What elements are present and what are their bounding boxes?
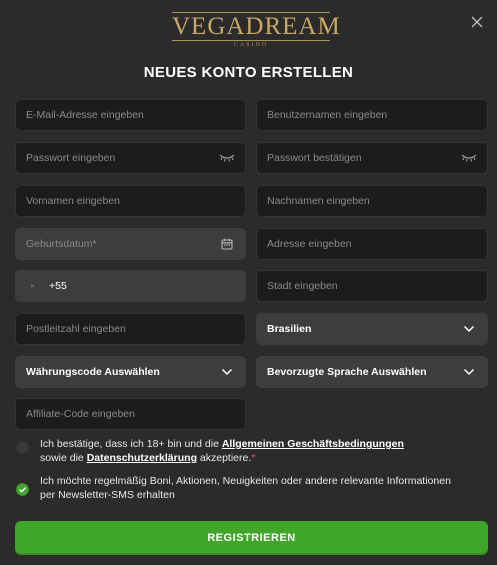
privacy-link[interactable]: Datenschutzerklärung bbox=[87, 452, 197, 464]
city-placeholder: Stadt eingeben bbox=[267, 280, 338, 292]
postcode-field[interactable]: Postleitzahl eingeben bbox=[15, 313, 246, 345]
language-select[interactable]: Bevorzugte Sprache Auswählen bbox=[256, 356, 488, 388]
affiliate-field[interactable]: Affiliate-Code eingeben bbox=[15, 398, 246, 430]
chevron-down-icon bbox=[461, 364, 477, 380]
brand-logo: VEGADREAM CASINO bbox=[172, 12, 341, 48]
birthdate-field[interactable]: Geburtsdatum* bbox=[15, 228, 246, 260]
terms-part2: sowie die bbox=[40, 452, 87, 464]
terms-checkbox[interactable] bbox=[16, 441, 29, 454]
terms-link[interactable]: Allgemeinen Geschäftsbedingungen bbox=[222, 438, 404, 450]
lastname-field[interactable]: Nachnamen eingeben bbox=[256, 185, 488, 217]
address-placeholder: Adresse eingeben bbox=[267, 238, 352, 250]
firstname-placeholder: Vornamen eingeben bbox=[26, 195, 120, 207]
eye-closed-icon[interactable] bbox=[219, 150, 235, 166]
phone-field[interactable]: ▸ +55 bbox=[15, 270, 246, 302]
password-field[interactable]: Passwort eingeben bbox=[15, 142, 246, 174]
terms-part1: Ich bestätige, dass ich 18+ bin und die bbox=[40, 438, 222, 450]
close-icon bbox=[471, 16, 483, 28]
brand-sub: CASINO bbox=[233, 42, 269, 48]
password-placeholder: Passwort eingeben bbox=[26, 152, 116, 164]
city-field[interactable]: Stadt eingeben bbox=[256, 270, 488, 302]
country-select[interactable]: Brasilien bbox=[256, 313, 488, 345]
flag-icon: ▸ bbox=[31, 281, 36, 290]
address-field[interactable]: Adresse eingeben bbox=[256, 228, 488, 260]
language-value: Bevorzugte Sprache Auswählen bbox=[267, 366, 427, 378]
email-placeholder: E-Mail-Adresse eingeben bbox=[26, 109, 144, 121]
calendar-icon[interactable] bbox=[219, 236, 235, 252]
password-confirm-placeholder: Passwort bestätigen bbox=[267, 152, 362, 164]
register-button[interactable]: REGISTRIEREN bbox=[15, 521, 488, 555]
lastname-placeholder: Nachnamen eingeben bbox=[267, 195, 370, 207]
firstname-field[interactable]: Vornamen eingeben bbox=[15, 185, 246, 217]
newsletter-text: Ich möchte regelmäßig Boni, Aktionen, Ne… bbox=[40, 475, 451, 501]
currency-select[interactable]: Währungscode Auswählen bbox=[15, 356, 246, 388]
close-button[interactable] bbox=[469, 14, 485, 30]
newsletter-checkbox[interactable] bbox=[16, 483, 29, 496]
birthdate-placeholder: Geburtsdatum* bbox=[26, 238, 97, 250]
terms-text: Ich bestätige, dass ich 18+ bin und die … bbox=[40, 437, 404, 465]
brand-name: VEGADREAM bbox=[172, 12, 341, 41]
username-placeholder: Benutzernamen eingeben bbox=[267, 109, 388, 121]
newsletter-row: Ich möchte regelmäßig Boni, Aktionen, Ne… bbox=[16, 474, 476, 502]
registration-modal: VEGADREAM CASINO NEUES KONTO ERSTELLEN E… bbox=[0, 0, 497, 565]
country-value: Brasilien bbox=[267, 323, 312, 335]
username-field[interactable]: Benutzernamen eingeben bbox=[256, 99, 488, 131]
page-title: NEUES KONTO ERSTELLEN bbox=[143, 64, 354, 81]
terms-row: Ich bestätige, dass ich 18+ bin und die … bbox=[16, 437, 486, 465]
check-icon bbox=[16, 483, 29, 496]
chevron-down-icon bbox=[461, 321, 477, 337]
email-field[interactable]: E-Mail-Adresse eingeben bbox=[15, 99, 246, 131]
chevron-down-icon bbox=[219, 364, 235, 380]
currency-value: Währungscode Auswählen bbox=[26, 366, 160, 378]
required-mark: * bbox=[251, 452, 256, 464]
affiliate-placeholder: Affiliate-Code eingeben bbox=[26, 408, 135, 420]
postcode-placeholder: Postleitzahl eingeben bbox=[26, 323, 126, 335]
password-confirm-field[interactable]: Passwort bestätigen bbox=[256, 142, 488, 174]
terms-part3: akzeptiere. bbox=[196, 452, 252, 464]
phone-prefix: +55 bbox=[49, 280, 67, 292]
eye-closed-icon[interactable] bbox=[461, 150, 477, 166]
